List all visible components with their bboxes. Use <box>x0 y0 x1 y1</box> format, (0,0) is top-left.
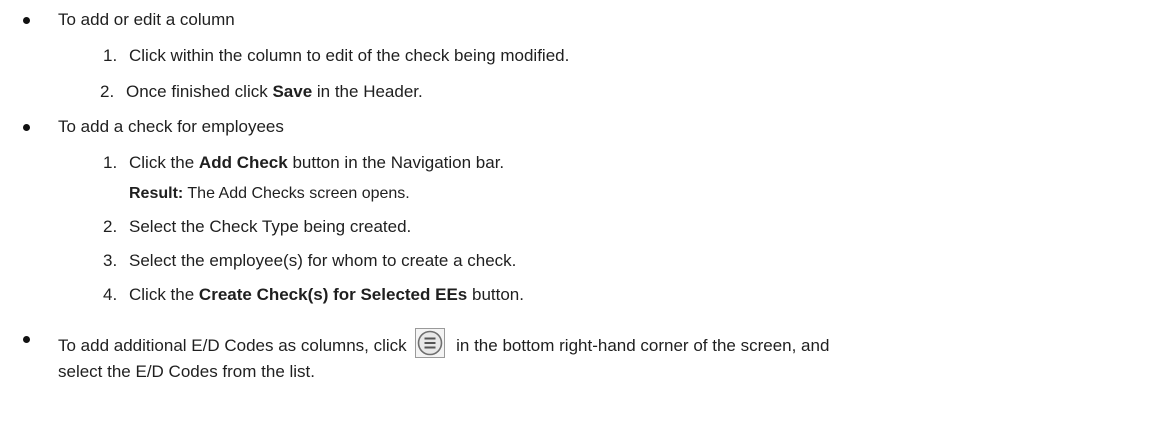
bullet-text: To add a check for employees <box>58 117 284 136</box>
create-checks-term: Create Check(s) for Selected EEs <box>198 285 468 304</box>
step-text: button in the Navigation bar. <box>287 153 505 172</box>
bullet-text-part: in the bottom right-hand corner of the s… <box>451 336 830 355</box>
result-line: Result: The Add Checks screen opens. <box>129 183 410 205</box>
numbered-step: 2. Select the Check Type being created. <box>103 216 411 238</box>
numbered-step: 2. Once finished click Save in the Header… <box>100 81 423 103</box>
step-number: 3. <box>103 251 118 270</box>
bullet-marker <box>23 336 30 343</box>
step-text: Click within the column to edit of the c… <box>129 46 570 65</box>
step-number: 2. <box>100 82 115 101</box>
bullet-text-part: To add additional E/D Codes as columns, … <box>58 336 412 355</box>
step-text: Select the Check Type being created. <box>129 217 412 236</box>
document-page: To add or edit a column 1. Click within t… <box>0 0 1163 423</box>
bullet-text-continued: select the E/D Codes from the list. <box>58 362 315 381</box>
numbered-step: 1. Click the Add Check button in the Navi… <box>103 152 504 174</box>
step-text: Click the <box>129 285 199 304</box>
menu-circle-icon <box>415 328 446 358</box>
result-text: The Add Checks screen opens. <box>183 185 410 202</box>
step-text: button. <box>467 285 524 304</box>
step-number: 4. <box>103 285 118 304</box>
step-number: 1. <box>103 153 118 172</box>
step-text: Once finished click <box>126 82 273 101</box>
step-number: 1. <box>103 46 118 65</box>
numbered-step: 1. Click within the column to edit of the… <box>103 45 569 67</box>
bullet-text: To add or edit a column <box>58 10 235 29</box>
step-text: in the Header. <box>312 82 423 101</box>
bullet-text: To add additional E/D Codes as columns, … <box>58 328 829 358</box>
step-text: Select the employee(s) for whom to creat… <box>129 251 517 270</box>
bullet-marker <box>23 17 30 24</box>
numbered-step: 4. Click the Create Check(s) for Selected… <box>103 284 524 306</box>
save-term: Save <box>272 82 313 101</box>
add-check-term: Add Check <box>198 153 288 172</box>
numbered-step: 3. Select the employee(s) for whom to cre… <box>103 250 516 272</box>
bullet-marker <box>23 124 30 131</box>
step-text: Click the <box>129 153 199 172</box>
step-number: 2. <box>103 217 118 236</box>
result-label: Result: <box>129 185 184 202</box>
